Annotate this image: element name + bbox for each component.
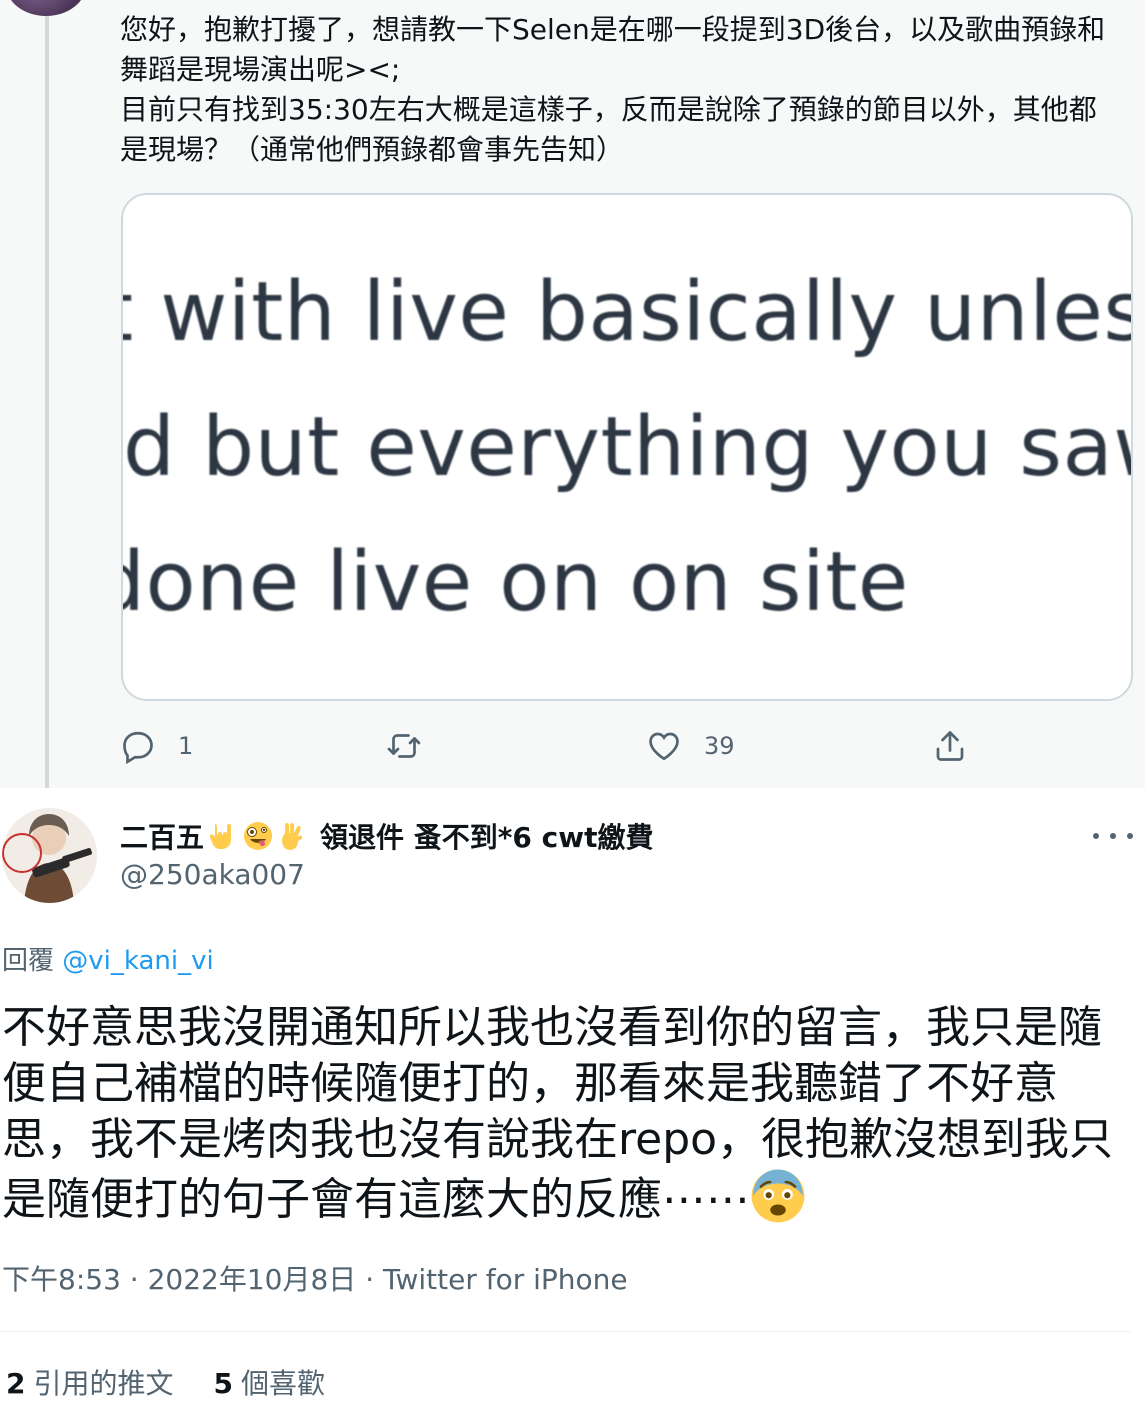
tweet-text-body: 不好意思我沒開通知所以我也沒看到你的留言，我只是隨便自己補檔的時候隨便打的，那看…: [2, 1002, 1114, 1225]
media-text-line: t with live basically unless: [121, 265, 1133, 360]
share-button[interactable]: [932, 722, 968, 770]
reply-count: 1: [178, 732, 194, 760]
quote-label: 引用的推文: [33, 1367, 174, 1400]
reply-to-line: 回覆 @vi_kani_vi: [2, 940, 214, 977]
reply-mention-link[interactable]: @vi_kani_vi: [62, 946, 213, 976]
meta-separator: ·: [120, 1263, 148, 1296]
quote-count: 2: [6, 1367, 26, 1400]
tweet-date[interactable]: 2022年10月8日: [148, 1263, 357, 1296]
pinching-hand-emoji: [282, 823, 303, 850]
tweet-page: 您好，抱歉打擾了，想請教一下Selen是在哪一段提到3D後台，以及歌曲預錄和舞蹈…: [0, 0, 1145, 1427]
parent-avatar[interactable]: [6, 0, 86, 16]
more-icon: [1093, 833, 1099, 839]
more-icon-dot: [1110, 833, 1116, 839]
meta-separator: ·: [356, 1263, 383, 1296]
tweet-source[interactable]: Twitter for iPhone: [383, 1263, 628, 1296]
anxious-face-emoji: [751, 1169, 805, 1223]
parent-tweet[interactable]: 您好，抱歉打擾了，想請教一下Selen是在哪一段提到3D後台，以及歌曲預錄和舞蹈…: [0, 0, 1145, 788]
like-count: 39: [704, 732, 735, 760]
parent-tweet-text: 您好，抱歉打擾了，想請教一下Selen是在哪一段提到3D後台，以及歌曲預錄和舞蹈…: [120, 13, 1106, 166]
quote-tweets-stat[interactable]: 2 引用的推文: [6, 1362, 174, 1402]
tweet-image[interactable]: t with live basically unless d but every…: [121, 193, 1133, 701]
tweet-text: 不好意思我沒開通知所以我也沒看到你的留言，我只是隨便自己補檔的時候隨便打的，那看…: [2, 1000, 1122, 1228]
thread-line: [45, 16, 49, 788]
author-name[interactable]: 二百五 領退件 蚤不到*6 cwt繳費: [120, 814, 654, 858]
author-handle[interactable]: @250aka007: [120, 858, 305, 891]
reply-to-label: 回覆: [2, 946, 55, 976]
reply-button[interactable]: 1: [120, 722, 193, 770]
like-button[interactable]: 39: [646, 722, 735, 770]
author-name-prefix: 二百五: [120, 821, 205, 854]
retweet-icon: [387, 734, 421, 758]
tweet-meta: 下午8:53 · 2022年10月8日 · Twitter for iPhone: [2, 1258, 628, 1298]
likes-stat[interactable]: 5 個喜歡: [214, 1362, 326, 1402]
divider: [0, 1331, 1131, 1332]
action-bar: 1 39: [120, 722, 1020, 770]
media-text-line: d but everything you saw: [123, 400, 1133, 495]
author-avatar[interactable]: [2, 808, 97, 903]
zany-face-emoji: [244, 822, 273, 850]
author-name-suffix: 領退件 蚤不到*6 cwt繳費: [320, 821, 654, 854]
reply-icon: [123, 731, 153, 764]
more-options-button[interactable]: [1093, 824, 1133, 848]
rock-hand-emoji: [209, 824, 232, 849]
tweet-stats: 2 引用的推文 5 個喜歡: [6, 1362, 325, 1402]
like-icon: [649, 732, 679, 761]
likes-count: 5: [213, 1367, 233, 1400]
retweet-button[interactable]: [386, 722, 450, 770]
share-icon: [936, 731, 964, 761]
media-text-line: done live on on site: [121, 535, 909, 630]
more-icon-dot: [1127, 833, 1133, 839]
likes-label: 個喜歡: [240, 1367, 325, 1400]
tweet-time[interactable]: 下午8:53: [2, 1263, 121, 1296]
